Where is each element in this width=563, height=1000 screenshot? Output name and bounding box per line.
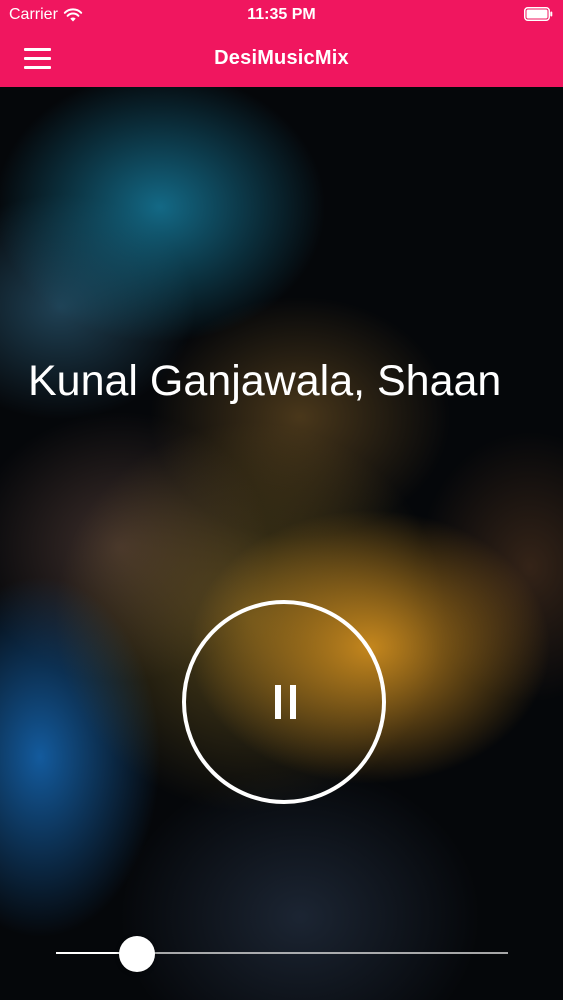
pause-bar-left (274, 685, 281, 719)
status-bar: Carrier 11:35 PM (0, 0, 563, 30)
slider-thumb[interactable] (119, 936, 156, 972)
artist-marquee: Kunal Ganjawala, Shaan (28, 357, 502, 405)
battery-icon (524, 7, 553, 21)
app-root: Carrier 11:35 PM DesiMusicMix Kunal Ganj… (0, 0, 563, 1000)
status-time: 11:35 PM (247, 6, 316, 23)
navigation-bar: DesiMusicMix (0, 30, 563, 87)
pause-icon (274, 685, 296, 719)
pause-button[interactable] (182, 600, 386, 804)
app-title: DesiMusicMix (214, 47, 349, 69)
header-region: Carrier 11:35 PM DesiMusicMix (0, 0, 563, 87)
pause-bar-right (289, 685, 296, 719)
blurred-background (0, 87, 563, 1000)
volume-slider[interactable] (56, 936, 508, 972)
